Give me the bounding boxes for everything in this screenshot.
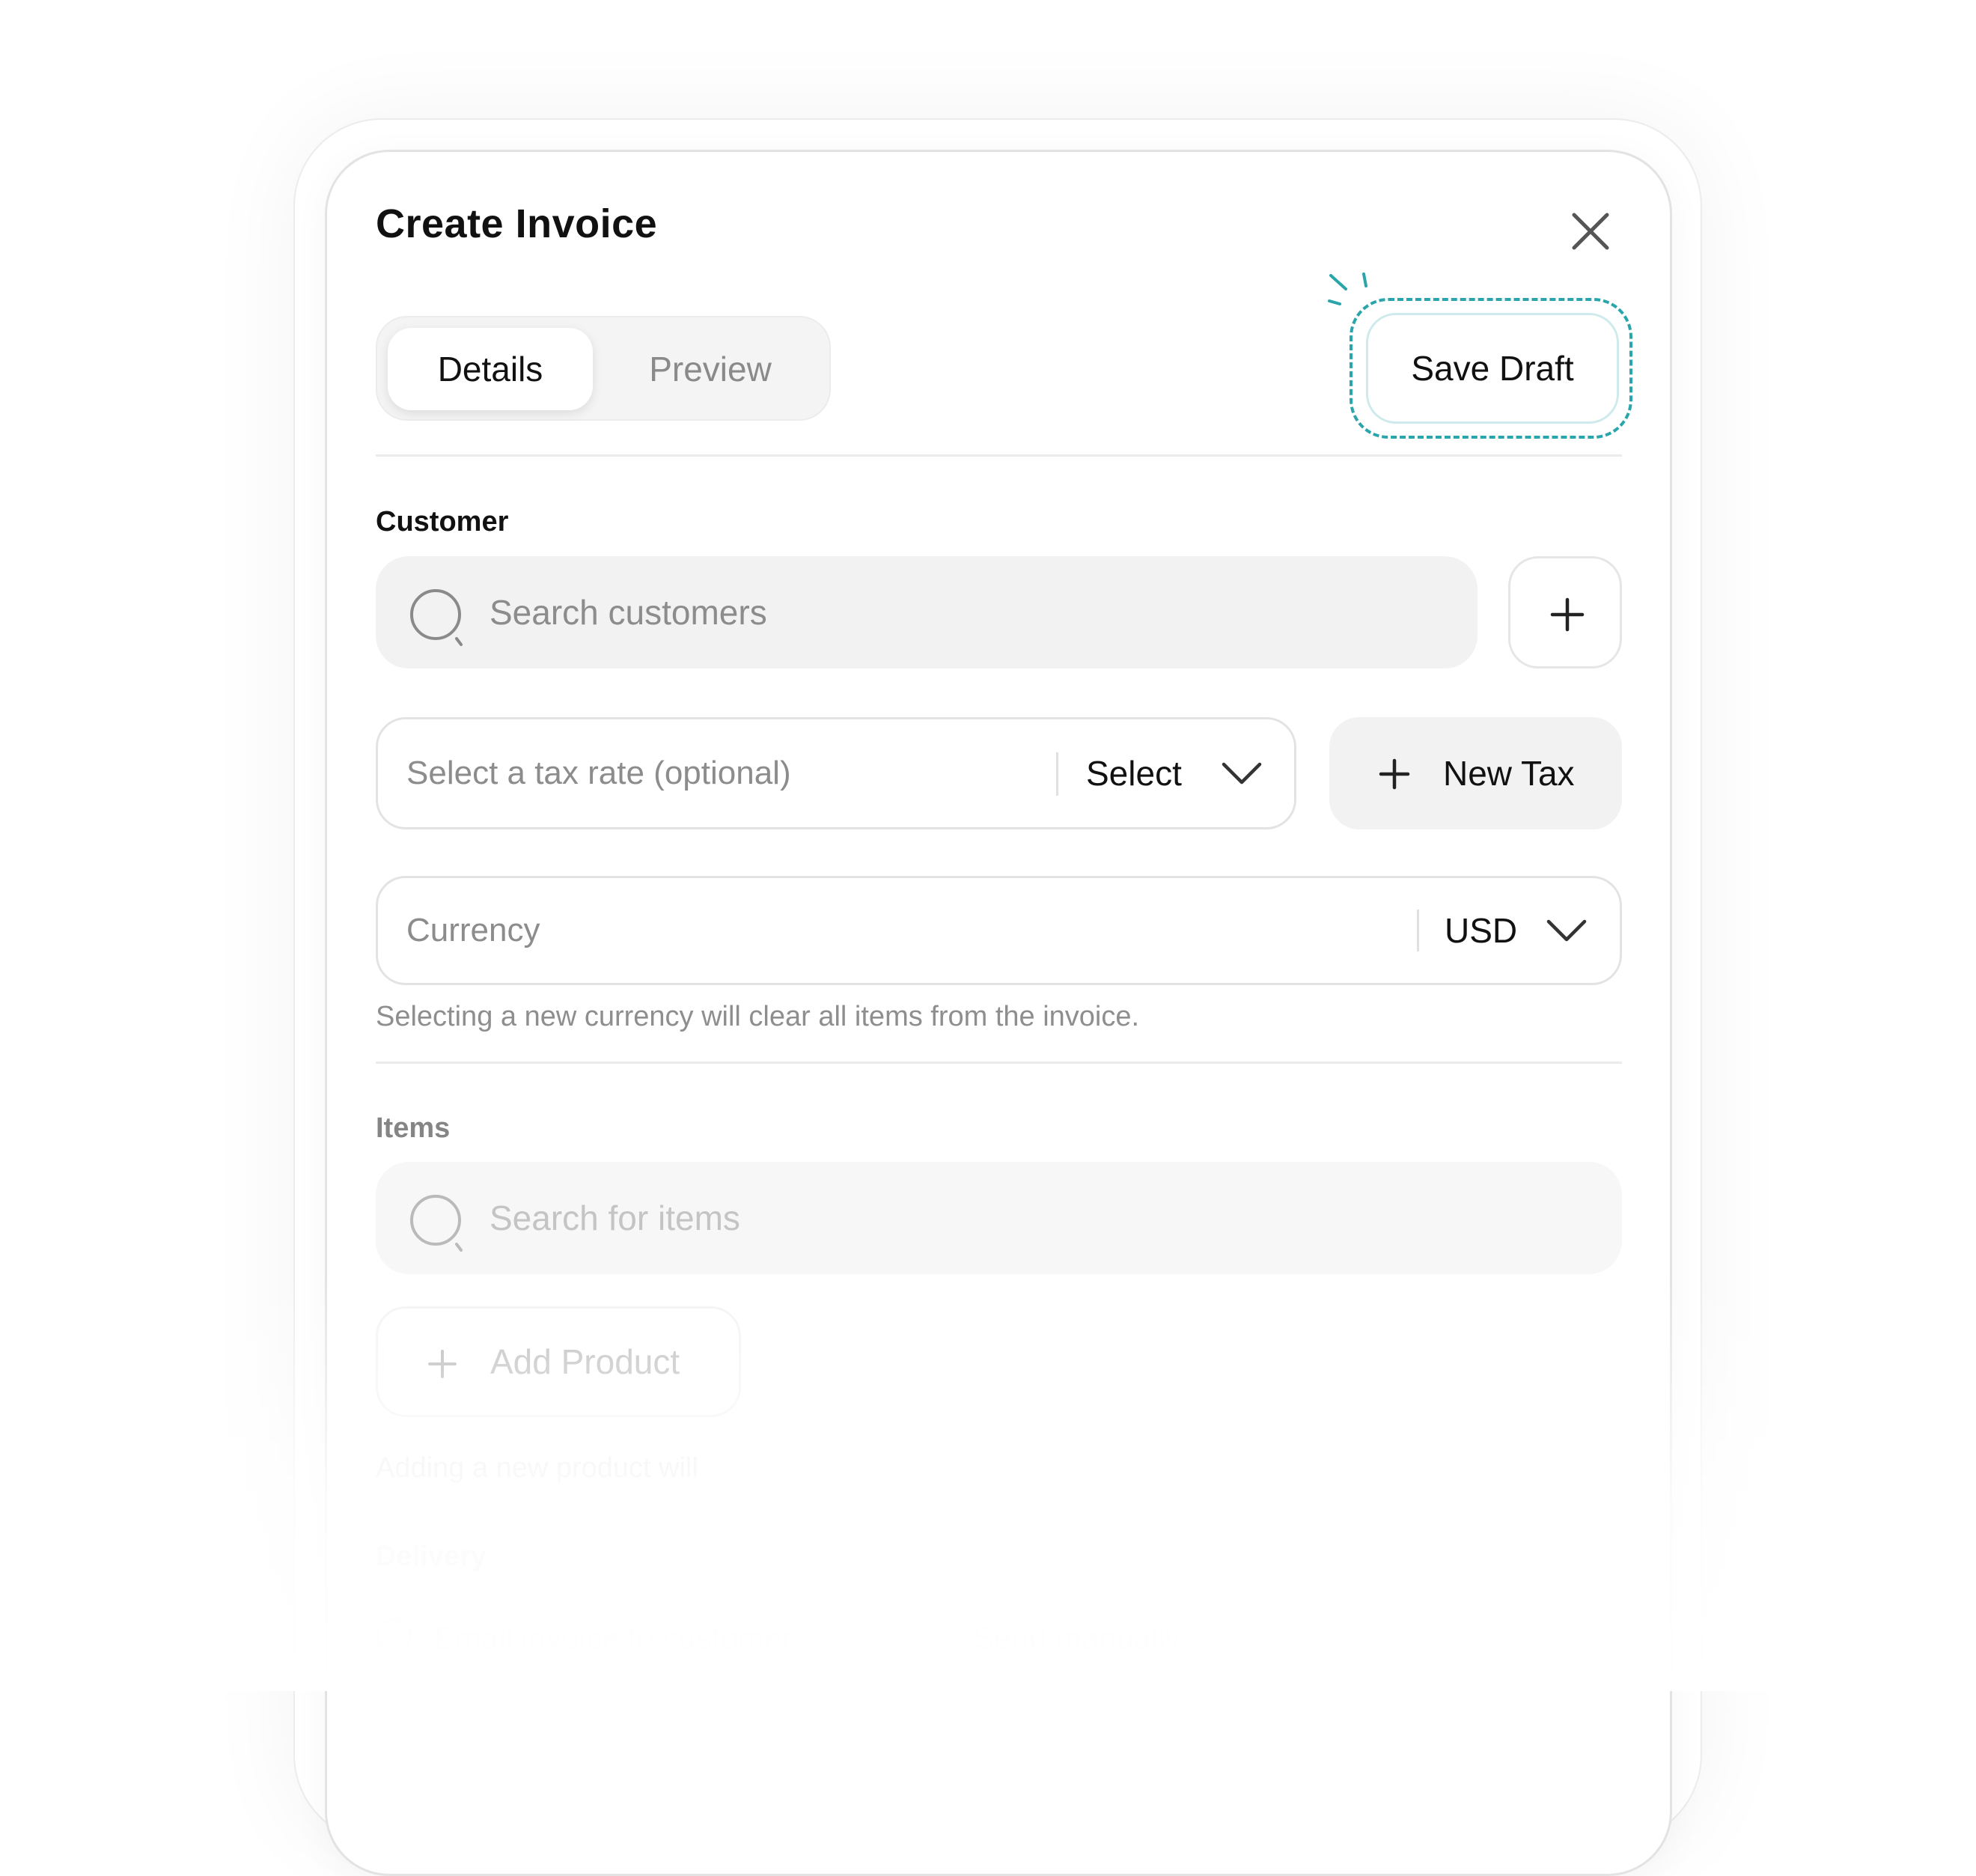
add-product-button[interactable]: Add Product	[376, 1306, 741, 1417]
save-draft-button[interactable]: Save Draft	[1366, 313, 1619, 424]
tab-switcher: Details Preview	[376, 316, 831, 421]
header-divider	[376, 454, 1622, 457]
chevron-down-icon	[1222, 762, 1262, 785]
plus-icon	[1379, 758, 1410, 790]
customer-search-input[interactable]: Search customers	[376, 556, 1478, 669]
tab-details[interactable]: Details	[388, 328, 593, 410]
delivery-radio-email[interactable]	[376, 1618, 412, 1654]
currency-value: USD	[1445, 911, 1518, 950]
field-separator	[1056, 752, 1058, 796]
items-search-placeholder: Search for items	[490, 1199, 740, 1237]
section-divider	[376, 1062, 1622, 1064]
customer-label: Customer	[376, 506, 509, 537]
delivery-option-manual[interactable]: Send manually	[973, 1620, 1181, 1656]
plus-icon	[428, 1350, 457, 1378]
plus-icon	[1550, 597, 1585, 632]
new-tax-label: New Tax	[1443, 754, 1575, 793]
add-product-label: Add Product	[490, 1342, 680, 1381]
search-icon	[410, 1195, 463, 1252]
items-hint: Adding a new product will	[376, 1452, 698, 1484]
close-icon	[1572, 213, 1609, 250]
tax-rate-value: Select	[1086, 754, 1182, 793]
currency-select[interactable]: Currency USD	[376, 876, 1622, 985]
items-search-input[interactable]: Search for items	[376, 1162, 1622, 1274]
currency-placeholder: Currency	[406, 912, 540, 948]
customer-search-placeholder: Search customers	[490, 593, 767, 632]
delivery-label: Delivery	[376, 1541, 487, 1572]
delivery-option-email: Email invoice to customer	[434, 1620, 793, 1655]
tab-preview[interactable]: Preview	[602, 328, 819, 410]
modal-title: Create Invoice	[376, 201, 658, 246]
items-label: Items	[376, 1112, 451, 1144]
currency-hint: Selecting a new currency will clear all …	[376, 1001, 1140, 1032]
tax-rate-placeholder: Select a tax rate (optional)	[406, 755, 791, 791]
tax-rate-select[interactable]: Select a tax rate (optional) Select	[376, 717, 1296, 829]
new-tax-button[interactable]: New Tax	[1329, 717, 1622, 829]
search-icon	[410, 589, 463, 646]
close-button[interactable]	[1570, 210, 1611, 252]
add-customer-button[interactable]	[1508, 556, 1622, 669]
field-separator	[1417, 910, 1419, 951]
chevron-down-icon	[1546, 919, 1587, 942]
